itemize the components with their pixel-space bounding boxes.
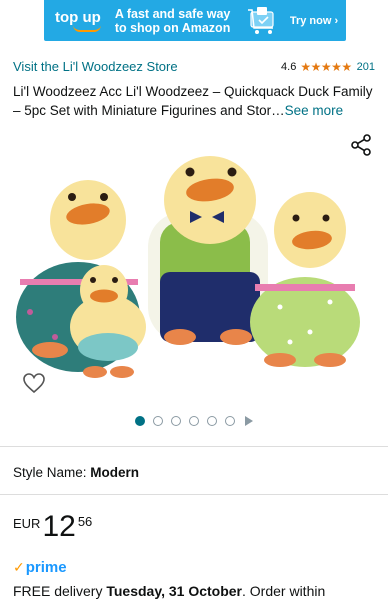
style-name-value: Modern <box>90 465 140 480</box>
carousel-dot[interactable] <box>207 416 217 426</box>
delivery-info: FREE delivery Tuesday, 31 October. Order… <box>13 583 325 599</box>
carousel-dot[interactable] <box>225 416 235 426</box>
price-currency: EUR <box>13 516 41 531</box>
star-rating-icon: ★★★★★ <box>300 59 352 74</box>
carousel-dot[interactable] <box>135 416 145 426</box>
price: EUR 12 56 <box>13 512 92 542</box>
style-name-row[interactable]: Style Name: Modern <box>13 465 139 480</box>
top-up-logo: top up <box>55 10 101 32</box>
prime-check-icon: ✓ <box>13 559 25 575</box>
play-video-icon[interactable] <box>245 416 253 426</box>
product-title: Li'l Woodzeez Acc Li'l Woodzeez – Quickq… <box>13 84 373 118</box>
delivery-date: Tuesday, 31 October <box>106 583 242 599</box>
visit-store-link[interactable]: Visit the Li'l Woodzeez Store <box>13 59 178 74</box>
product-image[interactable] <box>0 132 388 412</box>
duck-figure-father <box>148 156 268 345</box>
rating-summary[interactable]: 4.6 ★★★★★ 201 <box>281 60 375 74</box>
carousel-dot[interactable] <box>189 416 199 426</box>
heart-icon[interactable] <box>22 371 46 395</box>
price-fraction: 56 <box>77 514 93 529</box>
see-more-link[interactable]: See more <box>285 103 344 118</box>
rating-count[interactable]: 201 <box>357 61 375 73</box>
cart-icon <box>247 6 274 34</box>
section-divider <box>0 446 388 447</box>
style-name-label: Style Name: <box>13 465 91 480</box>
delivery-prefix: FREE delivery <box>13 583 107 599</box>
store-rating-row: Visit the Li'l Woodzeez Store 4.6 ★★★★★ … <box>13 59 375 74</box>
top-up-banner[interactable]: top up A fast and safe way to shop on Am… <box>44 0 346 41</box>
try-now-button[interactable]: Try now › <box>290 15 338 27</box>
delivery-suffix: . Order within <box>242 583 326 599</box>
rating-value: 4.6 <box>281 60 297 73</box>
section-divider <box>0 494 388 495</box>
prime-badge: ✓ prime <box>13 559 67 576</box>
carousel-dot[interactable] <box>171 416 181 426</box>
price-whole: 12 <box>42 510 76 543</box>
banner-tagline: A fast and safe way to shop on Amazon <box>114 6 231 35</box>
image-carousel-indicator[interactable] <box>0 416 388 426</box>
carousel-dot[interactable] <box>153 416 163 426</box>
